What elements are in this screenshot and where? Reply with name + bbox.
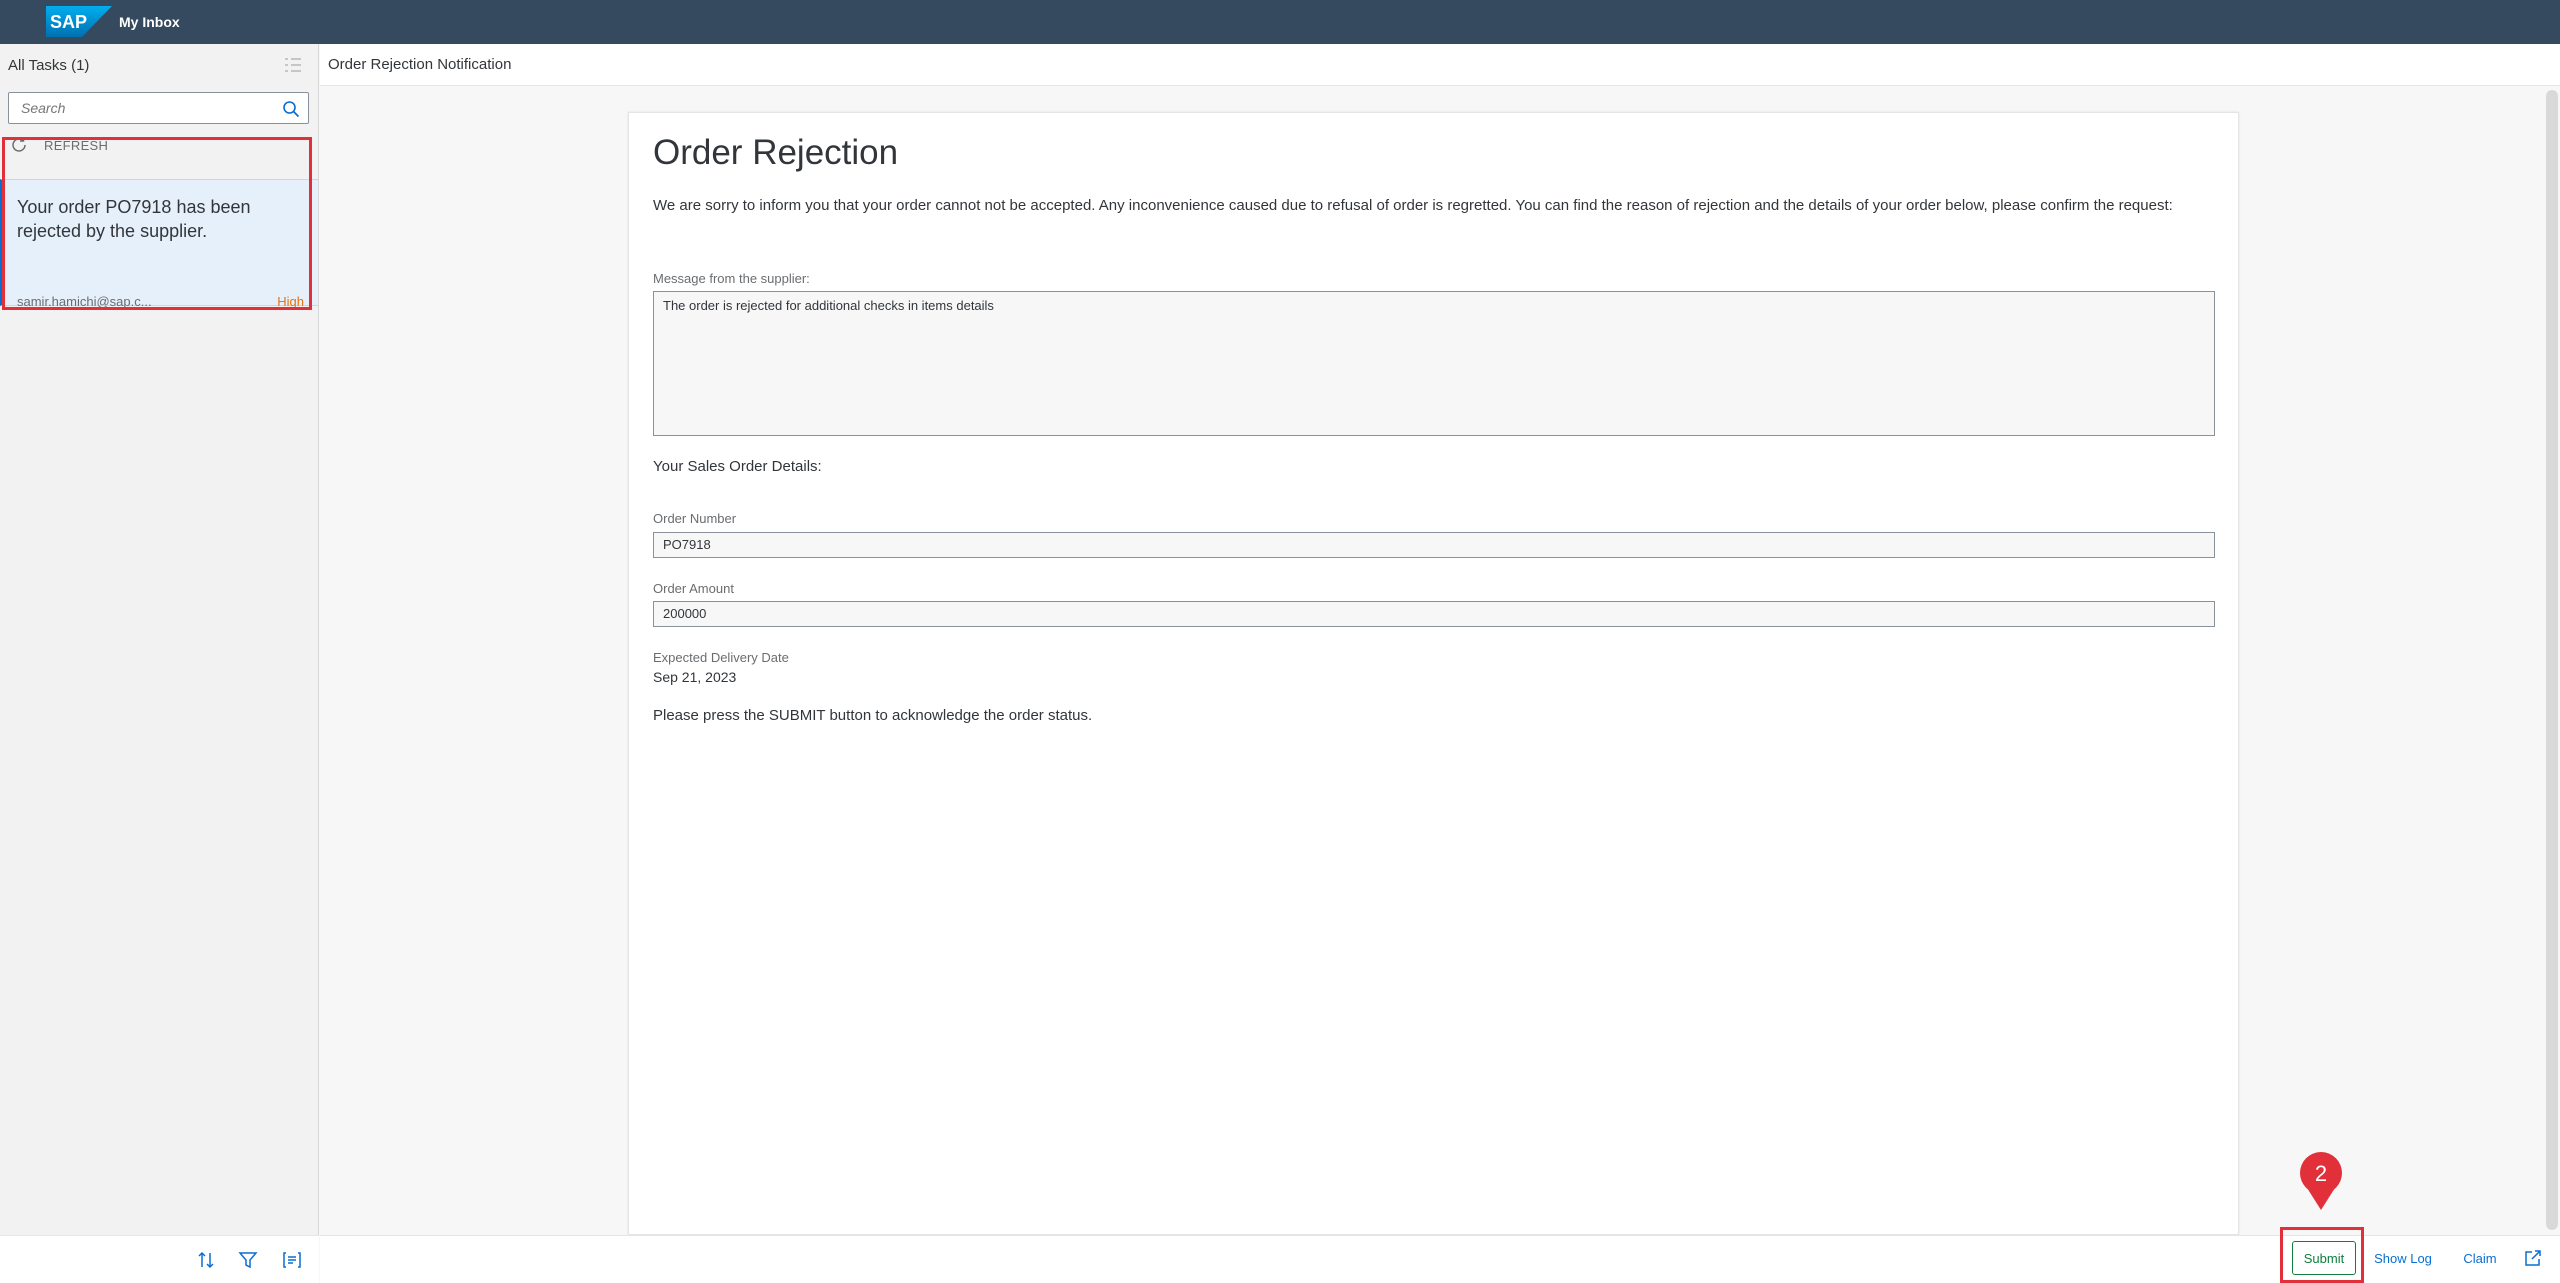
open-external-button[interactable] (2518, 1241, 2548, 1275)
task-created-by: samir.hamichi@sap.c... (17, 294, 152, 309)
master-panel: All Tasks (1) REFRESH Your order PO7918 … (0, 44, 319, 1283)
open-external-icon (2525, 1250, 2541, 1266)
filter-icon[interactable] (238, 1250, 258, 1270)
delivery-date-label: Expected Delivery Date (653, 650, 789, 665)
task-list-item[interactable]: Your order PO7918 has been rejected by t… (0, 179, 318, 309)
claim-button[interactable]: Claim (2450, 1241, 2510, 1275)
delivery-date-value: Sep 21, 2023 (653, 669, 737, 685)
sap-logo[interactable]: SAP (46, 6, 112, 37)
intro-text: We are sorry to inform you that your ord… (653, 197, 2173, 214)
annotation-marker-2: 2 (2300, 1152, 2342, 1210)
search-input[interactable] (9, 100, 269, 116)
shell-bar: SAP My Inbox (0, 0, 2560, 44)
form-heading: Order Rejection (653, 133, 899, 172)
sort-icon[interactable] (196, 1250, 216, 1270)
sap-logo-text: SAP (50, 12, 87, 32)
detail-header-title: Order Rejection Notification (328, 56, 512, 73)
annotation-marker-2-text: 2 (2315, 1161, 2327, 1186)
master-header: All Tasks (1) (0, 44, 318, 86)
submit-button[interactable]: Submit (2292, 1241, 2356, 1275)
master-footer (0, 1235, 319, 1283)
message-label: Message from the supplier: (653, 271, 810, 286)
refresh-button[interactable]: REFRESH (10, 136, 108, 154)
refresh-icon (12, 137, 26, 152)
list-settings-icon[interactable] (284, 57, 302, 73)
order-number-field[interactable]: PO7918 (653, 532, 2215, 558)
order-number-label: Order Number (653, 511, 737, 526)
app-title: My Inbox (119, 14, 180, 30)
detail-header: Order Rejection Notification (320, 44, 2560, 86)
order-amount-label: Order Amount (653, 581, 734, 596)
scrollbar[interactable] (2546, 90, 2558, 1230)
refresh-label: REFRESH (44, 137, 109, 153)
task-priority: High (277, 294, 304, 309)
order-amount-field[interactable]: 200000 (653, 601, 2215, 627)
sales-order-section-title: Your Sales Order Details: (653, 458, 822, 475)
show-log-button[interactable]: Show Log (2366, 1241, 2440, 1275)
all-tasks-title: All Tasks (1) (8, 56, 90, 74)
message-textarea[interactable]: The order is rejected for additional che… (653, 291, 2215, 436)
detail-footer (320, 1235, 2560, 1283)
search-icon[interactable] (282, 100, 300, 118)
search-field[interactable] (8, 92, 309, 124)
group-icon[interactable] (282, 1250, 302, 1270)
submit-instruction: Please press the SUBMIT button to acknow… (653, 707, 1093, 724)
task-title: Your order PO7918 has been rejected by t… (17, 197, 251, 241)
task-form-card: Order Rejection We are sorry to inform y… (628, 112, 2239, 1235)
